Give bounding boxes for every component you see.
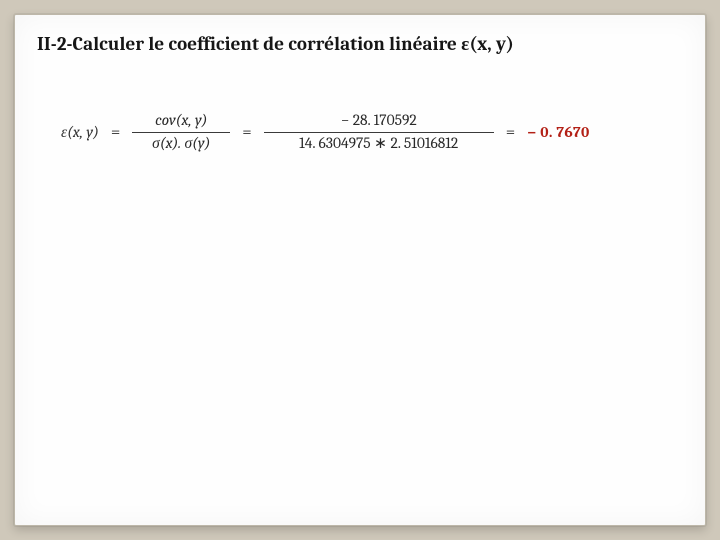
fraction-numeric: − 28. 170592 14. 6304975 ∗ 2. 51016812 (264, 110, 494, 155)
fraction-numeric-denominator: 14. 6304975 ∗ 2. 51016812 (293, 133, 464, 155)
equals-sign-1: = (111, 123, 120, 142)
equals-sign-2: = (242, 123, 251, 142)
fraction-symbolic-numerator: cov(x, y) (149, 110, 213, 132)
fraction-symbolic: cov(x, y) σ(x). σ(y) (132, 110, 230, 155)
slide-title: II-2-Calculer le coefficient de corrélat… (37, 33, 687, 56)
equation-result: − 0. 7670 (527, 123, 589, 141)
fraction-numeric-numerator: − 28. 170592 (335, 110, 423, 132)
slide-card: II-2-Calculer le coefficient de corrélat… (14, 14, 706, 526)
correlation-equation: ε(x, y) = cov(x, y) σ(x). σ(y) = − 28. 1… (61, 110, 687, 155)
fraction-symbolic-denominator: σ(x). σ(y) (146, 133, 216, 155)
equation-lhs: ε(x, y) (61, 123, 99, 142)
equals-sign-3: = (506, 123, 515, 142)
